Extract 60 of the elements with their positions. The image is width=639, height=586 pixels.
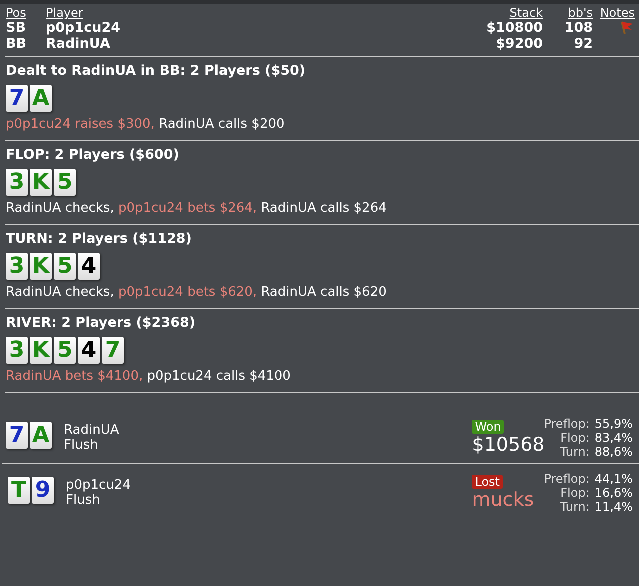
playing-card: A	[30, 422, 52, 449]
position-label: BB	[6, 36, 28, 52]
equity-label: Flop:	[560, 486, 590, 500]
playing-card: K	[30, 253, 52, 280]
playing-card: 7	[102, 337, 124, 364]
player-name: p0p1cu24	[46, 20, 122, 36]
playing-card: T	[8, 477, 30, 504]
playing-card: 5	[54, 169, 76, 196]
playing-card: 7	[6, 85, 28, 112]
column-header[interactable]: Pos	[6, 6, 46, 20]
action-line: RadinUA checks, p0p1cu24 bets $264, RadinUA calls $264	[6, 201, 388, 216]
equity-value: 16,6%	[594, 486, 633, 500]
position-label: SB	[6, 20, 28, 36]
street-title: RIVER: 2 Players ($2368)	[6, 315, 197, 331]
playing-card: 5	[54, 253, 76, 280]
playing-card: K	[30, 169, 52, 196]
column-header[interactable]: bb's	[543, 6, 593, 20]
street-title: Dealt to RadinUA in BB: 2 Players ($50)	[6, 63, 307, 79]
result-badge: Won	[472, 420, 504, 434]
column-header[interactable]: Stack	[453, 6, 543, 20]
playing-card: 5	[54, 337, 76, 364]
playing-card: 3	[6, 253, 28, 280]
playing-card: 9	[32, 477, 54, 504]
result-badge: Lost	[472, 475, 504, 489]
result-amount: $10568	[472, 434, 545, 456]
equity-value: 55,9%	[594, 417, 633, 431]
equity-value: 11,4%	[594, 500, 633, 514]
action-line: p0p1cu24 raises $300, RadinUA calls $200	[6, 117, 286, 132]
playing-card: K	[30, 337, 52, 364]
equity-value: 83,4%	[594, 431, 633, 445]
playing-card: 3	[6, 337, 28, 364]
big-blinds-count: 92	[573, 36, 593, 52]
player-name: p0p1cu24	[66, 478, 132, 493]
flag-icon[interactable]	[619, 21, 635, 35]
player-name: RadinUA	[46, 36, 112, 52]
playing-card: 3	[6, 169, 28, 196]
stack-amount: $10800	[486, 20, 543, 36]
stack-amount: $9200	[495, 36, 543, 52]
equity-label: Preflop:	[544, 472, 590, 486]
equity-label: Flop:	[560, 431, 590, 445]
playing-card: A	[30, 85, 52, 112]
hand-rank: Flush	[64, 438, 100, 453]
playing-card: 7	[6, 422, 28, 449]
action-line: RadinUA checks, p0p1cu24 bets $620, RadinUA calls $620	[6, 285, 388, 300]
action-line: RadinUA bets $4100, p0p1cu24 calls $4100	[6, 369, 292, 384]
big-blinds-count: 108	[564, 20, 593, 36]
equity-label: Preflop:	[544, 417, 590, 431]
player-name: RadinUA	[64, 423, 120, 438]
hand-rank: Flush	[66, 493, 102, 508]
equity-label: Turn:	[559, 500, 590, 514]
column-header[interactable]: Player	[46, 6, 453, 20]
equity-value: 88,6%	[594, 445, 633, 459]
playing-card: 4	[78, 253, 100, 280]
street-title: TURN: 2 Players ($1128)	[6, 231, 193, 247]
street-title: FLOP: 2 Players ($600)	[6, 147, 180, 163]
column-header[interactable]: Notes	[593, 6, 635, 20]
playing-card: 4	[78, 337, 100, 364]
equity-label: Turn:	[559, 445, 590, 459]
result-amount: mucks	[472, 489, 534, 511]
equity-value: 44,1%	[594, 472, 633, 486]
